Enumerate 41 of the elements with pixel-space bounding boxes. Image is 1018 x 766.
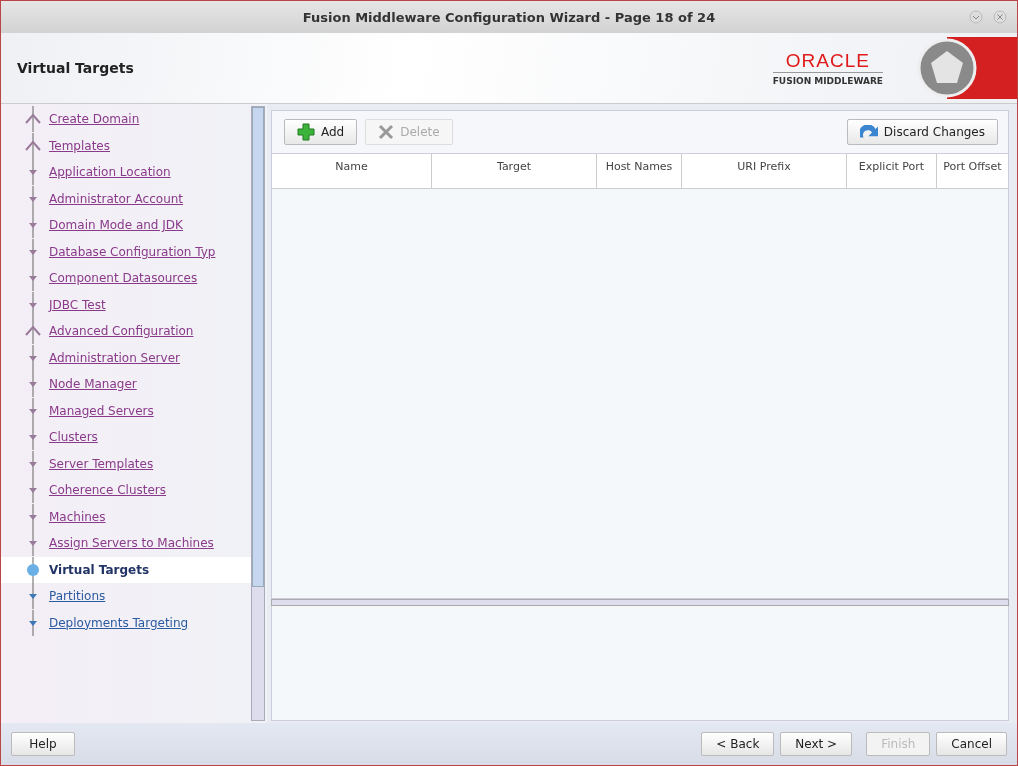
step-link[interactable]: Component Datasources <box>49 271 198 286</box>
brand-logo: ORACLE <box>785 50 870 72</box>
column-header[interactable]: Host Names <box>597 154 682 188</box>
add-button[interactable]: Add <box>284 119 358 145</box>
plus-icon <box>297 123 315 141</box>
column-header[interactable]: Name <box>272 154 432 188</box>
discard-button[interactable]: Discard Changes <box>846 119 998 145</box>
step-link[interactable]: Database Configuration Typ <box>49 244 216 259</box>
product-name: FUSION MIDDLEWARE <box>772 72 883 86</box>
step-link[interactable]: Machines <box>49 509 106 524</box>
step-link[interactable]: Create Domain <box>49 112 140 127</box>
refresh-icon <box>859 125 878 139</box>
close-icon[interactable] <box>993 10 1007 24</box>
step-link[interactable]: Server Templates <box>49 456 154 471</box>
column-header[interactable]: Explicit Port <box>847 154 937 188</box>
column-header[interactable]: Target <box>432 154 597 188</box>
nav-button[interactable]: Next > <box>780 732 853 756</box>
step-link[interactable]: Node Manager <box>49 377 137 392</box>
window-title: Fusion Middleware Configuration Wizard - Page 18 of 24 <box>302 9 716 25</box>
step-link[interactable]: Administrator Account <box>49 191 184 206</box>
step-link[interactable]: Application Location <box>49 165 171 180</box>
step-link[interactable]: Clusters <box>49 430 98 445</box>
page-title: Virtual Targets <box>17 60 135 76</box>
cancel-button[interactable]: Cancel <box>936 732 1007 756</box>
step-link[interactable]: Assign Servers to Machines <box>49 536 214 551</box>
minimize-icon[interactable] <box>969 10 983 24</box>
column-header[interactable]: Port Offset <box>937 154 1008 188</box>
step-link[interactable]: Advanced Configuration <box>49 324 194 339</box>
column-header[interactable]: URI Prefix <box>682 154 847 188</box>
step-link[interactable]: Managed Servers <box>49 403 154 418</box>
step-link[interactable]: Deployments Targeting <box>49 615 189 630</box>
step-link[interactable]: Templates <box>49 138 110 153</box>
step-link[interactable]: Partitions <box>49 589 106 604</box>
scrollbar[interactable] <box>251 106 265 721</box>
step-link[interactable]: Coherence Clusters <box>49 483 166 498</box>
nav-button[interactable]: < Back <box>701 732 775 756</box>
step-link[interactable]: Administration Server <box>49 350 180 365</box>
x-icon <box>378 124 395 140</box>
help-button[interactable]: Help <box>11 732 75 756</box>
step-link[interactable]: Domain Mode and JDK <box>49 218 183 233</box>
step-link[interactable]: JDBC Test <box>49 297 106 312</box>
